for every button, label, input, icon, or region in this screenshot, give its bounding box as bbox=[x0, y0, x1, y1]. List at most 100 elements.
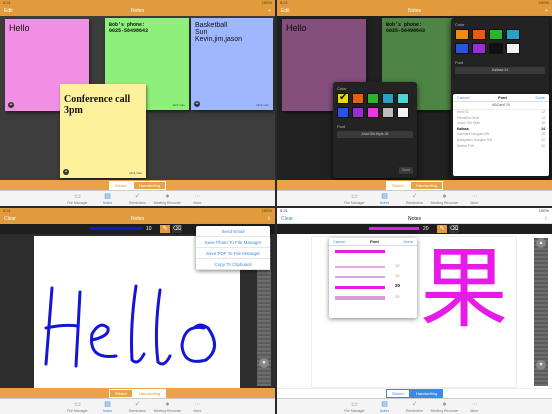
tab-more[interactable]: ··· More bbox=[460, 399, 490, 414]
eraser-icon[interactable]: ⌫ bbox=[172, 225, 182, 233]
pen-color-bar[interactable] bbox=[369, 227, 419, 230]
color-swatch[interactable] bbox=[506, 43, 520, 54]
mode-segmented-control: Sticker Handwriting bbox=[0, 388, 275, 398]
font-select-button[interactable]: Kailasa 24 bbox=[455, 67, 545, 74]
cancel-button[interactable]: Cancel bbox=[457, 94, 469, 101]
cancel-button[interactable]: Cancel bbox=[333, 238, 345, 245]
size-line[interactable] bbox=[335, 296, 385, 300]
check-icon: ✓ bbox=[411, 401, 418, 408]
quadrant-handwriting-size: 5:21 100% Clear Notes ⇪ 20 ✎ ⌫ 果 ▲ ▼ Can… bbox=[277, 208, 552, 414]
size-option[interactable]: 15 bbox=[395, 273, 399, 278]
segment-handwriting[interactable]: Handwriting bbox=[410, 389, 444, 398]
add-button[interactable]: + bbox=[268, 6, 271, 16]
tab-meeting-recorder[interactable]: ● Meeting Recorder bbox=[153, 191, 183, 206]
size-line[interactable] bbox=[335, 276, 385, 278]
more-icon: ··· bbox=[471, 193, 478, 200]
color-swatch[interactable] bbox=[489, 43, 503, 54]
add-button[interactable]: + bbox=[545, 6, 548, 16]
color-swatch[interactable] bbox=[382, 107, 394, 118]
tab-reminders[interactable]: ✓ Reminders bbox=[123, 399, 153, 414]
color-swatch[interactable] bbox=[397, 107, 409, 118]
color-swatch[interactable] bbox=[352, 107, 364, 118]
color-swatch[interactable] bbox=[367, 107, 379, 118]
font-sheet-title: Font bbox=[498, 95, 507, 100]
scroll-down-icon[interactable]: ▼ bbox=[536, 360, 546, 370]
done-button[interactable]: Done bbox=[403, 238, 413, 245]
color-swatch[interactable] bbox=[506, 29, 520, 40]
color-font-popover: Color Font Arial Old Style 26 Done bbox=[333, 82, 417, 178]
segment-handwriting[interactable]: Handwriting bbox=[410, 180, 444, 190]
tab-label: More bbox=[193, 409, 202, 413]
save-pdf-item[interactable]: Save PDF To File Manager bbox=[196, 248, 270, 259]
tab-notes[interactable]: ▤ Notes bbox=[93, 399, 123, 414]
tab-label: Notes bbox=[379, 201, 390, 205]
nav-bar: Clear Notes ⇪ bbox=[0, 214, 275, 224]
save-photo-item[interactable]: Save Photo To File Manager bbox=[196, 237, 270, 248]
tab-bar: ▭ File Manager ▤ Notes ✓ Reminders ● Meeting… bbox=[0, 398, 275, 414]
tab-reminders[interactable]: ✓ Reminders bbox=[400, 399, 430, 414]
segment-handwriting[interactable]: Handwriting bbox=[133, 388, 167, 398]
tab-notes[interactable]: ▤ Notes bbox=[370, 191, 400, 206]
scroll-down-icon[interactable]: ▼ bbox=[259, 358, 269, 368]
size-option[interactable]: 25 bbox=[395, 294, 399, 299]
tab-file-manager[interactable]: ▭ File Manager bbox=[63, 191, 93, 206]
segment-sticker[interactable]: Sticker bbox=[385, 180, 411, 190]
eraser-icon[interactable]: ⌫ bbox=[449, 225, 459, 233]
done-button[interactable]: Done bbox=[399, 167, 413, 174]
size-line[interactable] bbox=[335, 286, 385, 289]
color-swatch[interactable] bbox=[489, 29, 503, 40]
segment-sticker[interactable]: Sticker bbox=[108, 180, 134, 190]
tab-notes[interactable]: ▤ Notes bbox=[93, 191, 123, 206]
sticky-note[interactable]: Basketball Sun Kevin,jim,jason + stick n… bbox=[191, 18, 273, 110]
font-select-button[interactable]: Arial Old Style 26 bbox=[337, 131, 413, 138]
share-button[interactable]: ⇪ bbox=[267, 214, 271, 224]
segment-sticker[interactable]: Sticker bbox=[108, 388, 134, 398]
tab-meeting-recorder[interactable]: ● Meeting Recorder bbox=[153, 399, 183, 414]
scroll-up-icon[interactable]: ▲ bbox=[536, 238, 546, 248]
size-option-selected[interactable]: 20 bbox=[395, 283, 400, 288]
tab-reminders[interactable]: ✓ Reminders bbox=[400, 191, 430, 206]
color-swatch[interactable] bbox=[472, 43, 486, 54]
tab-more[interactable]: ··· More bbox=[183, 399, 213, 414]
color-swatch[interactable] bbox=[455, 43, 469, 54]
segment-sticker[interactable]: Sticker bbox=[385, 389, 411, 398]
tab-file-manager[interactable]: ▭ File Manager bbox=[63, 399, 93, 414]
tab-label: File Manager bbox=[67, 409, 88, 413]
folder-icon: ▭ bbox=[74, 193, 81, 200]
pencil-icon[interactable]: ✎ bbox=[437, 225, 447, 233]
tab-meeting-recorder[interactable]: ● Meeting Recorder bbox=[430, 399, 460, 414]
tab-notes[interactable]: ▤ Notes bbox=[370, 399, 400, 414]
share-button[interactable]: ⇪ bbox=[544, 214, 548, 224]
more-icon: ··· bbox=[194, 193, 201, 200]
size-option[interactable]: 10 bbox=[395, 263, 399, 268]
segment-handwriting[interactable]: Handwriting bbox=[133, 180, 167, 190]
copy-clipboard-item[interactable]: Copy To Clipboard bbox=[196, 259, 270, 270]
tab-more[interactable]: ··· More bbox=[460, 191, 490, 206]
plus-icon[interactable]: + bbox=[8, 102, 14, 108]
color-swatch[interactable] bbox=[455, 29, 469, 40]
pen-color-bar[interactable] bbox=[90, 227, 142, 230]
color-swatch[interactable] bbox=[352, 93, 364, 104]
sticky-note[interactable]: Conference call 3pm + stick note bbox=[60, 84, 146, 178]
font-picker-sheet: Cancel Font Done ABCanrl 20 Heiti SC 12 He… bbox=[453, 94, 549, 176]
tab-meeting-recorder[interactable]: ● Meeting Recorder bbox=[430, 191, 460, 206]
color-swatch[interactable] bbox=[337, 92, 349, 104]
pencil-icon[interactable]: ✎ bbox=[160, 225, 170, 233]
tab-reminders[interactable]: ✓ Reminders bbox=[123, 191, 153, 206]
font-row[interactable]: Marker Felt 40 bbox=[453, 144, 549, 150]
plus-icon[interactable]: + bbox=[63, 169, 69, 175]
size-line[interactable] bbox=[335, 266, 385, 268]
done-button[interactable]: Done bbox=[535, 94, 545, 101]
color-swatch[interactable] bbox=[382, 93, 394, 104]
color-swatch[interactable] bbox=[472, 29, 486, 40]
color-swatch[interactable] bbox=[397, 93, 409, 104]
tab-label: More bbox=[470, 409, 479, 413]
tab-file-manager[interactable]: ▭ File Manager bbox=[340, 191, 370, 206]
color-swatch[interactable] bbox=[337, 107, 349, 118]
tab-file-manager[interactable]: ▭ File Manager bbox=[340, 399, 370, 414]
send-email-item[interactable]: Send Email bbox=[196, 226, 270, 237]
page-title: Notes bbox=[407, 8, 422, 14]
color-swatch[interactable] bbox=[367, 93, 379, 104]
tab-more[interactable]: ··· More bbox=[183, 191, 213, 206]
plus-icon[interactable]: + bbox=[194, 101, 200, 107]
